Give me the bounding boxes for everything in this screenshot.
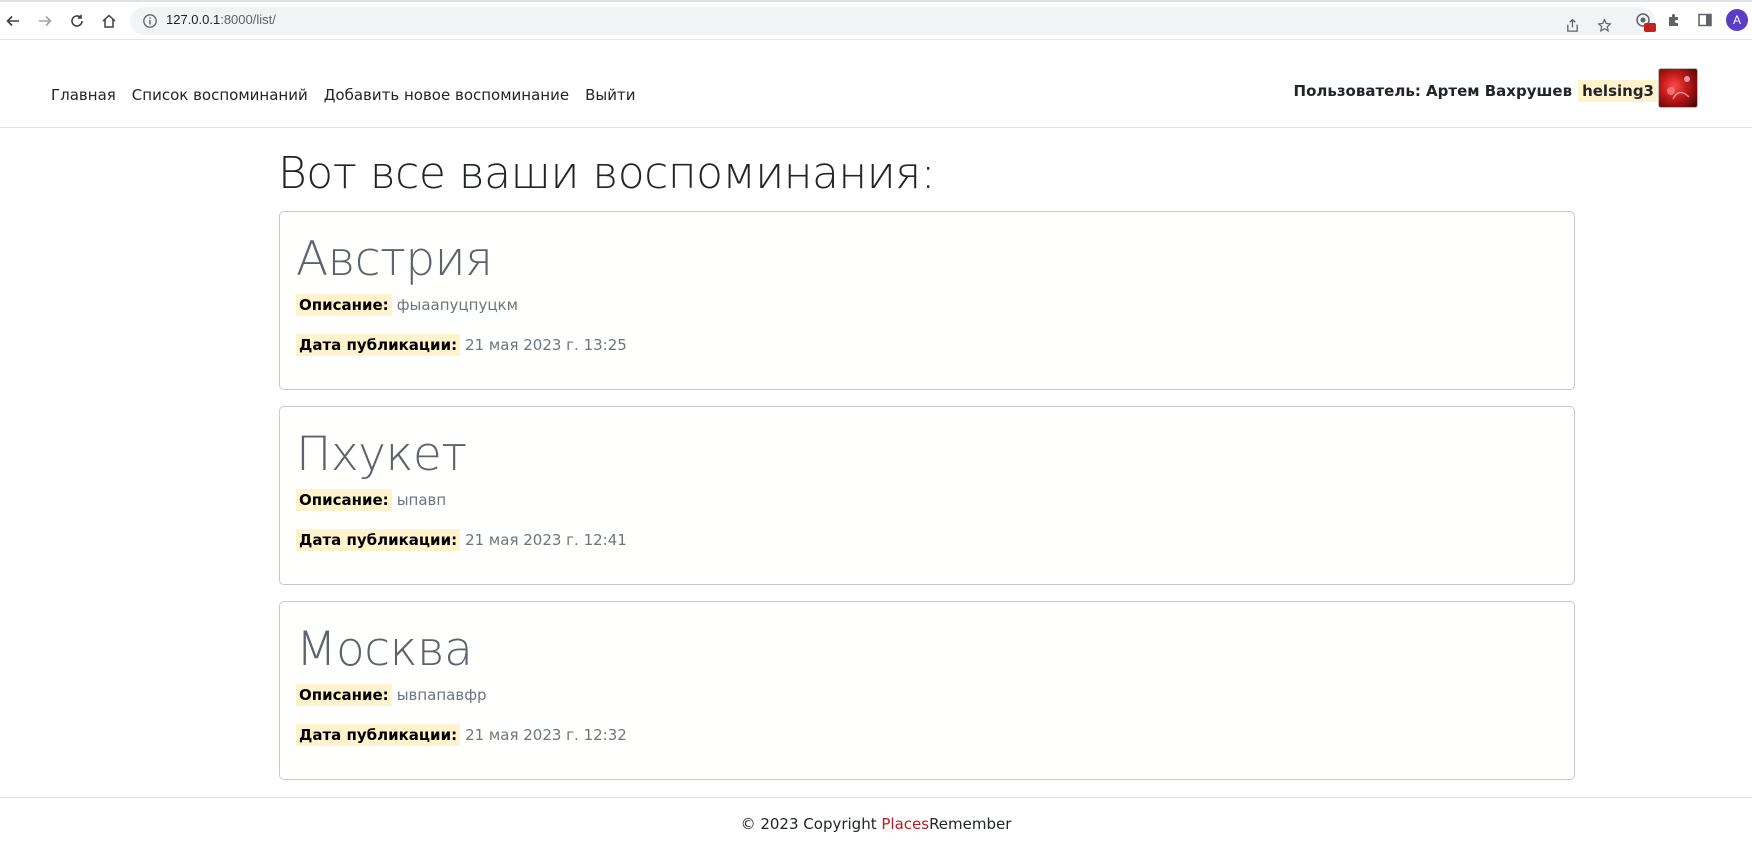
footer-divider (0, 797, 1752, 798)
footer-prefix: © 2023 Copyright (740, 815, 882, 833)
memory-card: Москва Описание: ывпапавфр Дата публикац… (279, 601, 1575, 780)
date-label: Дата публикации: (296, 724, 461, 746)
extension-badge (1644, 23, 1656, 32)
site-header: Главная Список воспоминаний Добавить нов… (0, 40, 1752, 128)
footer-brand-places[interactable]: Places (881, 815, 929, 833)
description-row: Описание: ывпапавфр (296, 684, 487, 706)
side-panel-icon[interactable] (1694, 9, 1716, 31)
memory-title: Австрия (296, 232, 493, 287)
user-info: Пользователь: Артем Вахрушев helsing3 (1294, 80, 1658, 102)
site-info-icon[interactable] (142, 13, 158, 29)
description-value: ывпапавфр (396, 686, 487, 704)
date-value: 21 мая 2023 г. 12:41 (465, 531, 627, 549)
avatar-image-icon (1667, 76, 1690, 100)
description-label: Описание: (296, 489, 392, 511)
date-label: Дата публикации: (296, 529, 461, 551)
memory-title: Москва (296, 622, 473, 677)
username-badge: helsing3 (1578, 80, 1658, 102)
nav-add-memory-link[interactable]: Добавить новое воспоминание (316, 86, 577, 104)
memory-title: Пхукет (296, 427, 467, 482)
reload-icon[interactable] (66, 10, 88, 32)
date-row: Дата публикации: 21 мая 2023 г. 12:41 (296, 529, 627, 551)
date-value: 21 мая 2023 г. 12:32 (465, 726, 627, 744)
browser-toolbar: 127.0.0.1:8000/list/ A (0, 0, 1752, 40)
description-row: Описание: фыаапуцпуцкм (296, 294, 518, 316)
footer-copyright: © 2023 Copyright PlacesRemember (0, 815, 1752, 833)
description-label: Описание: (296, 294, 392, 316)
extension-icon[interactable] (1632, 9, 1656, 32)
tab-strip (0, 0, 1752, 2)
date-label: Дата публикации: (296, 334, 461, 356)
home-icon[interactable] (98, 10, 120, 32)
page-title: Вот все ваши воспоминания: (278, 148, 936, 199)
url-host: 127.0.0.1 (166, 12, 221, 27)
user-avatar[interactable] (1658, 68, 1698, 108)
back-icon[interactable] (2, 10, 24, 32)
url-path: :8000/list/ (220, 12, 276, 27)
extensions-puzzle-icon[interactable] (1663, 9, 1685, 31)
date-row: Дата публикации: 21 мая 2023 г. 12:32 (296, 724, 627, 746)
description-value: ыпавп (396, 491, 447, 509)
bookmark-star-icon[interactable] (1593, 14, 1615, 36)
nav-home-link[interactable]: Главная (44, 86, 124, 104)
footer-brand-remember: Remember (929, 815, 1012, 833)
nav-logout-link[interactable]: Выйти (577, 86, 643, 104)
user-full-name: Пользователь: Артем Вахрушев (1293, 82, 1573, 100)
main-nav: Главная Список воспоминаний Добавить нов… (44, 86, 643, 104)
nav-list-link[interactable]: Список воспоминаний (124, 86, 316, 104)
memory-card: Австрия Описание: фыаапуцпуцкм Дата публ… (279, 211, 1575, 390)
description-label: Описание: (296, 684, 392, 706)
date-value: 21 мая 2023 г. 13:25 (465, 336, 627, 354)
url-text: 127.0.0.1:8000/list/ (166, 12, 276, 27)
description-value: фыаапуцпуцкм (396, 296, 518, 314)
description-row: Описание: ыпавп (296, 489, 446, 511)
share-icon[interactable] (1561, 14, 1583, 36)
date-row: Дата публикации: 21 мая 2023 г. 13:25 (296, 334, 627, 356)
memory-card: Пхукет Описание: ыпавп Дата публикации: … (279, 406, 1575, 585)
profile-avatar[interactable]: A (1726, 9, 1748, 31)
address-bar[interactable]: 127.0.0.1:8000/list/ (130, 7, 1655, 35)
forward-icon[interactable] (34, 10, 56, 32)
